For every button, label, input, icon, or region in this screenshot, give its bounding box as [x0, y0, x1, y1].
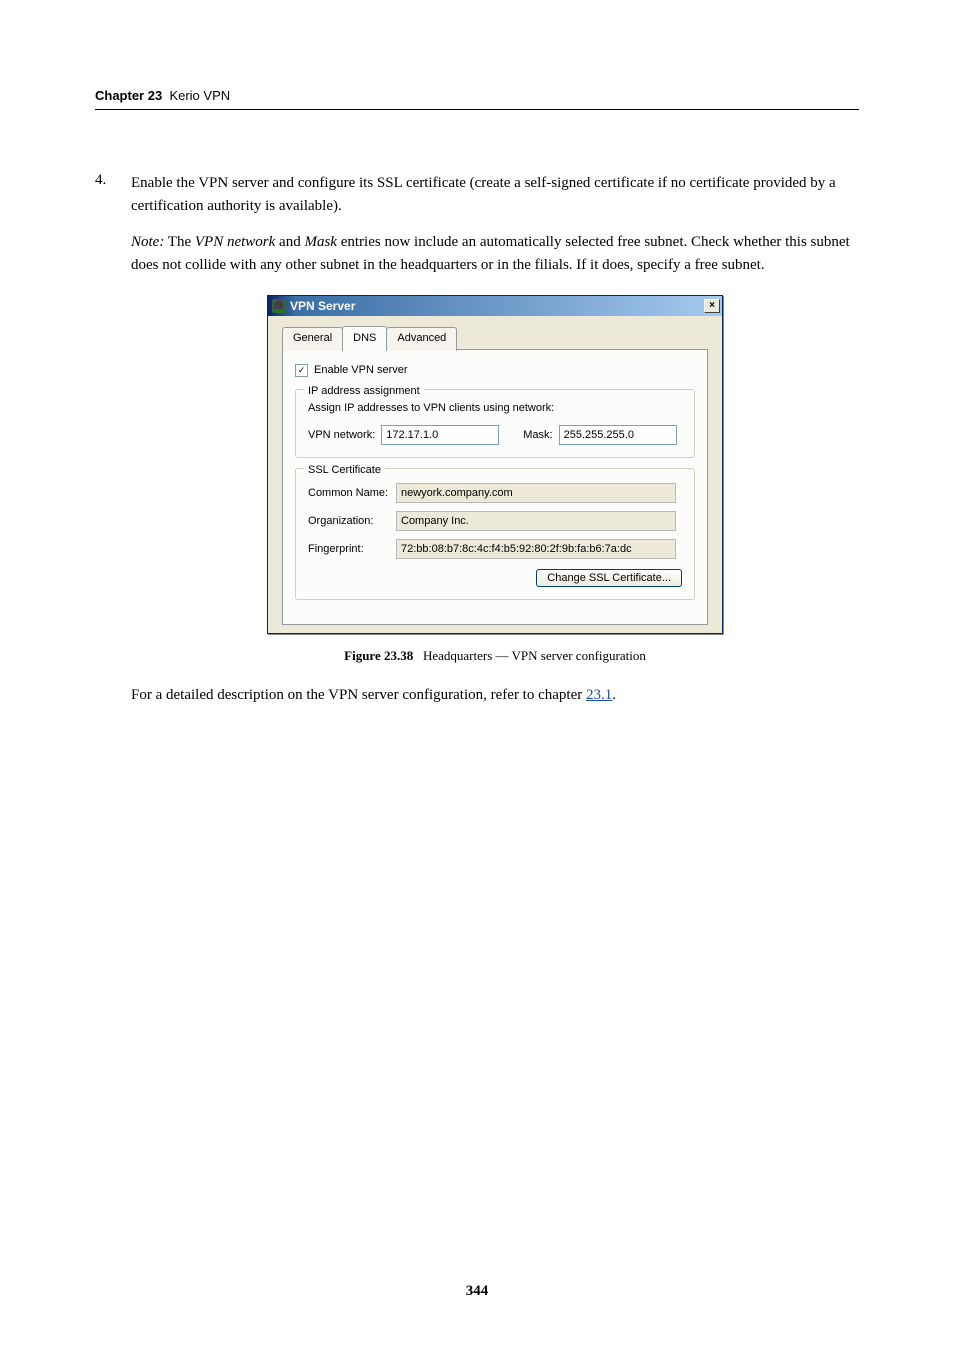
dialog-title: VPN Server [290, 297, 355, 316]
list-number: 4. [95, 172, 113, 720]
enable-vpn-row: ✓ Enable VPN server [295, 362, 695, 379]
organization-field [396, 511, 676, 531]
ssl-certificate-legend: SSL Certificate [304, 462, 385, 479]
tab-bar: General DNS Advanced [282, 326, 708, 350]
tab-panel: ✓ Enable VPN server IP address assignmen… [282, 349, 708, 625]
note-italic-vpn-network: VPN network [195, 234, 275, 250]
ip-assignment-legend: IP address assignment [304, 383, 424, 400]
tab-general[interactable]: General [282, 327, 343, 351]
enable-vpn-label: Enable VPN server [314, 362, 408, 379]
organization-row: Organization: [308, 511, 682, 531]
dialog-titlebar: ⬛ VPN Server × [268, 296, 722, 316]
fingerprint-label: Fingerprint: [308, 541, 390, 558]
chapter-label: Chapter 23 [95, 88, 162, 103]
vpn-network-label: VPN network: [308, 427, 375, 444]
figure-label: Figure 23.38 [344, 648, 413, 663]
vpn-network-row: VPN network: Mask: [308, 425, 682, 445]
ip-assignment-group: IP address assignment Assign IP addresse… [295, 389, 695, 458]
chapter-header: Chapter 23 Kerio VPN [95, 88, 859, 110]
organization-label: Organization: [308, 513, 390, 530]
fingerprint-row: Fingerprint: [308, 539, 682, 559]
check-icon: ✓ [298, 366, 306, 375]
chapter-link[interactable]: 23.1 [586, 687, 612, 703]
fingerprint-field [396, 539, 676, 559]
numbered-list-item: 4. Enable the VPN server and configure i… [95, 172, 859, 720]
change-ssl-button[interactable]: Change SSL Certificate... [536, 569, 682, 587]
vpn-server-dialog: ⬛ VPN Server × General DNS Advanced [267, 295, 723, 634]
ssl-certificate-group: SSL Certificate Common Name: Organizatio… [295, 468, 695, 600]
app-icon: ⬛ [272, 299, 286, 313]
mask-label: Mask: [523, 427, 552, 444]
para-enable-vpn: Enable the VPN server and configure its … [131, 172, 859, 219]
ssl-button-row: Change SSL Certificate... [308, 569, 682, 587]
note-pre: The [164, 234, 195, 250]
tab-advanced[interactable]: Advanced [386, 327, 457, 351]
closing-paragraph: For a detailed description on the VPN se… [131, 684, 859, 707]
page-number: 344 [0, 1283, 954, 1300]
note-mid: and [275, 234, 304, 250]
closing-pre: For a detailed description on the VPN se… [131, 687, 586, 703]
common-name-row: Common Name: [308, 483, 682, 503]
note-italic-mask: Mask [304, 234, 337, 250]
close-icon: × [709, 298, 715, 314]
common-name-label: Common Name: [308, 485, 390, 502]
ip-assignment-desc: Assign IP addresses to VPN clients using… [308, 400, 682, 417]
common-name-field [396, 483, 676, 503]
chapter-title: Kerio VPN [169, 88, 230, 103]
figure-text: Headquarters — VPN server configuration [423, 648, 646, 663]
para-note: Note: The VPN network and Mask entries n… [131, 231, 859, 278]
list-body: Enable the VPN server and configure its … [131, 172, 859, 720]
figure-caption: Figure 23.38 Headquarters — VPN server c… [131, 646, 859, 666]
vpn-network-input[interactable] [381, 425, 499, 445]
close-button[interactable]: × [704, 299, 720, 313]
mask-input[interactable] [559, 425, 677, 445]
note-label: Note: [131, 234, 164, 250]
tab-dns[interactable]: DNS [342, 326, 387, 350]
closing-post: . [612, 687, 616, 703]
enable-vpn-checkbox[interactable]: ✓ [295, 364, 308, 377]
